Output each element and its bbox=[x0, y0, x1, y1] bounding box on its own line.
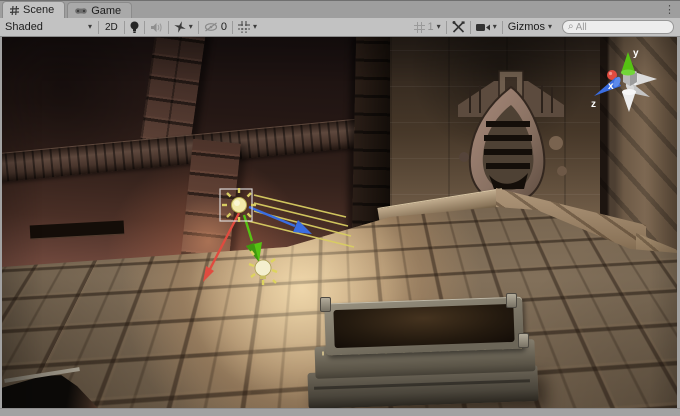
camera-settings-dropdown[interactable]: 1 ▾ bbox=[409, 19, 446, 36]
tools-icon bbox=[452, 21, 465, 33]
eye-hidden-icon bbox=[204, 22, 218, 32]
2d-label: 2D bbox=[105, 22, 118, 33]
grid-value: 1 bbox=[428, 21, 434, 33]
tab-bar: Scene Game ⋮ bbox=[0, 0, 680, 18]
camera-icon bbox=[476, 23, 490, 32]
effects-icon bbox=[174, 21, 186, 33]
axis-label-y: y bbox=[633, 48, 639, 59]
tab-scene[interactable]: Scene bbox=[2, 1, 65, 18]
tab-game[interactable]: Game bbox=[67, 2, 132, 18]
scene-audio-toggle[interactable] bbox=[145, 19, 168, 36]
point-light-gizmo[interactable] bbox=[249, 251, 277, 285]
scene-camera-dropdown[interactable]: ▾ bbox=[471, 19, 502, 36]
scene-lighting-toggle[interactable] bbox=[125, 19, 144, 36]
grid-snap-icon bbox=[238, 21, 250, 33]
scene-grid-icon bbox=[10, 6, 19, 15]
component-tools-button[interactable] bbox=[447, 19, 470, 36]
axis-label-z: z bbox=[591, 99, 596, 110]
search-input[interactable] bbox=[576, 22, 662, 33]
gizmos-label: Gizmos bbox=[508, 21, 545, 33]
chevron-down-icon: ▾ bbox=[253, 23, 257, 31]
gizmo-overlay bbox=[2, 37, 677, 408]
axis-cone-down-gray[interactable] bbox=[622, 89, 636, 112]
chevron-down-icon: ▾ bbox=[493, 23, 497, 31]
draw-mode-dropdown[interactable]: Shaded ▾ bbox=[0, 19, 98, 36]
chevron-down-icon: ▾ bbox=[88, 23, 92, 31]
viewport-frame-left bbox=[0, 37, 2, 408]
scene-search-field[interactable]: ⌕ bbox=[562, 20, 674, 34]
move-gizmo-x-handle[interactable] bbox=[203, 213, 239, 282]
grid-visibility-dropdown[interactable]: ▾ bbox=[233, 19, 262, 36]
gizmos-dropdown[interactable]: Gizmos ▾ bbox=[503, 19, 557, 36]
speaker-icon bbox=[150, 22, 163, 33]
search-icon: ⌕ bbox=[568, 22, 574, 32]
toolbar-right-group: 1 ▾ ▾ Gizmos ▾ ⌕ bbox=[409, 19, 674, 36]
move-gizmo-z-handle[interactable] bbox=[249, 207, 312, 234]
lightbulb-icon bbox=[130, 21, 139, 34]
scene-3d-viewport[interactable]: y x z bbox=[2, 37, 677, 408]
scene-toolbar: Shaded ▾ 2D ▾ bbox=[0, 18, 680, 37]
axis-label-x: x bbox=[608, 81, 614, 92]
scene-view-window: Scene Game ⋮ Shaded ▾ 2D bbox=[0, 0, 680, 416]
gamepad-icon bbox=[75, 7, 87, 15]
chevron-down-icon: ▾ bbox=[548, 23, 552, 31]
draw-mode-label: Shaded bbox=[5, 21, 43, 33]
tab-scene-label: Scene bbox=[23, 4, 54, 16]
tab-game-label: Game bbox=[91, 5, 121, 17]
grid-icon bbox=[414, 22, 425, 33]
effects-dropdown-button[interactable]: ▾ bbox=[169, 19, 198, 36]
directional-light-rays bbox=[248, 195, 354, 247]
2d-toggle-button[interactable]: 2D bbox=[99, 19, 124, 36]
tab-overflow-menu-icon[interactable]: ⋮ bbox=[662, 5, 676, 15]
hidden-count: 0 bbox=[221, 21, 227, 33]
chevron-down-icon: ▾ bbox=[189, 23, 193, 31]
orientation-axis-gizmo: y x z bbox=[587, 43, 673, 115]
hidden-objects-button[interactable]: 0 bbox=[199, 19, 232, 36]
chevron-down-icon: ▾ bbox=[437, 23, 441, 31]
viewport-frame-bottom bbox=[0, 408, 680, 416]
